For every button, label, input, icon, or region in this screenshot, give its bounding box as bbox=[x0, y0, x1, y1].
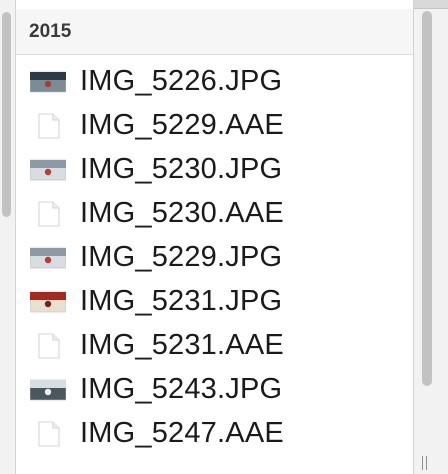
grip-line-icon bbox=[426, 456, 427, 470]
file-row[interactable]: IMG_5231.AAE bbox=[16, 324, 413, 368]
photo-thumbnail-icon bbox=[30, 71, 66, 93]
file-name: IMG_5230.JPG bbox=[80, 153, 283, 185]
file-row[interactable]: IMG_5229.AAE bbox=[16, 104, 413, 148]
file-name: IMG_5231.JPG bbox=[80, 285, 283, 317]
photo-thumbnail-icon bbox=[30, 159, 66, 181]
file-name: IMG_5230.AAE bbox=[80, 197, 284, 229]
photo-thumbnail-icon bbox=[30, 379, 66, 401]
right-scrollbar-track[interactable] bbox=[414, 9, 448, 474]
document-icon bbox=[38, 113, 60, 139]
grip-line-icon bbox=[422, 456, 423, 470]
file-name: IMG_5243.JPG bbox=[80, 373, 283, 405]
document-icon bbox=[38, 421, 60, 447]
finder-window: 2015 IMG_5226.JPG IMG_5229.AAE IMG_5230.JP… bbox=[0, 0, 448, 474]
file-name: IMG_5231.AAE bbox=[80, 329, 284, 361]
file-name: IMG_5229.AAE bbox=[80, 109, 284, 141]
file-list: IMG_5226.JPG IMG_5229.AAE IMG_5230.JPG IMG_… bbox=[16, 60, 413, 456]
previous-column[interactable] bbox=[0, 0, 16, 474]
file-column: 2015 IMG_5226.JPG IMG_5229.AAE IMG_5230.JP… bbox=[16, 0, 414, 474]
column-header: 2015 bbox=[16, 9, 413, 55]
document-icon bbox=[38, 201, 60, 227]
right-scrollbar-thumb[interactable] bbox=[422, 11, 432, 386]
column-resize-handle[interactable] bbox=[419, 456, 431, 470]
file-row[interactable]: IMG_5229.JPG bbox=[16, 236, 413, 280]
photo-thumbnail-icon bbox=[30, 247, 66, 269]
file-row[interactable]: IMG_5230.JPG bbox=[16, 148, 413, 192]
file-name: IMG_5247.AAE bbox=[80, 417, 284, 449]
left-scrollbar-thumb[interactable] bbox=[2, 12, 11, 217]
file-name: IMG_5229.JPG bbox=[80, 241, 283, 273]
document-icon bbox=[38, 333, 60, 359]
file-row[interactable]: IMG_5230.AAE bbox=[16, 192, 413, 236]
file-row[interactable]: IMG_5243.JPG bbox=[16, 368, 413, 412]
photo-thumbnail-icon bbox=[30, 291, 66, 313]
file-row[interactable]: IMG_5247.AAE bbox=[16, 412, 413, 456]
file-row[interactable]: IMG_5231.JPG bbox=[16, 280, 413, 324]
file-name: IMG_5226.JPG bbox=[80, 65, 283, 97]
file-row[interactable]: IMG_5226.JPG bbox=[16, 60, 413, 104]
